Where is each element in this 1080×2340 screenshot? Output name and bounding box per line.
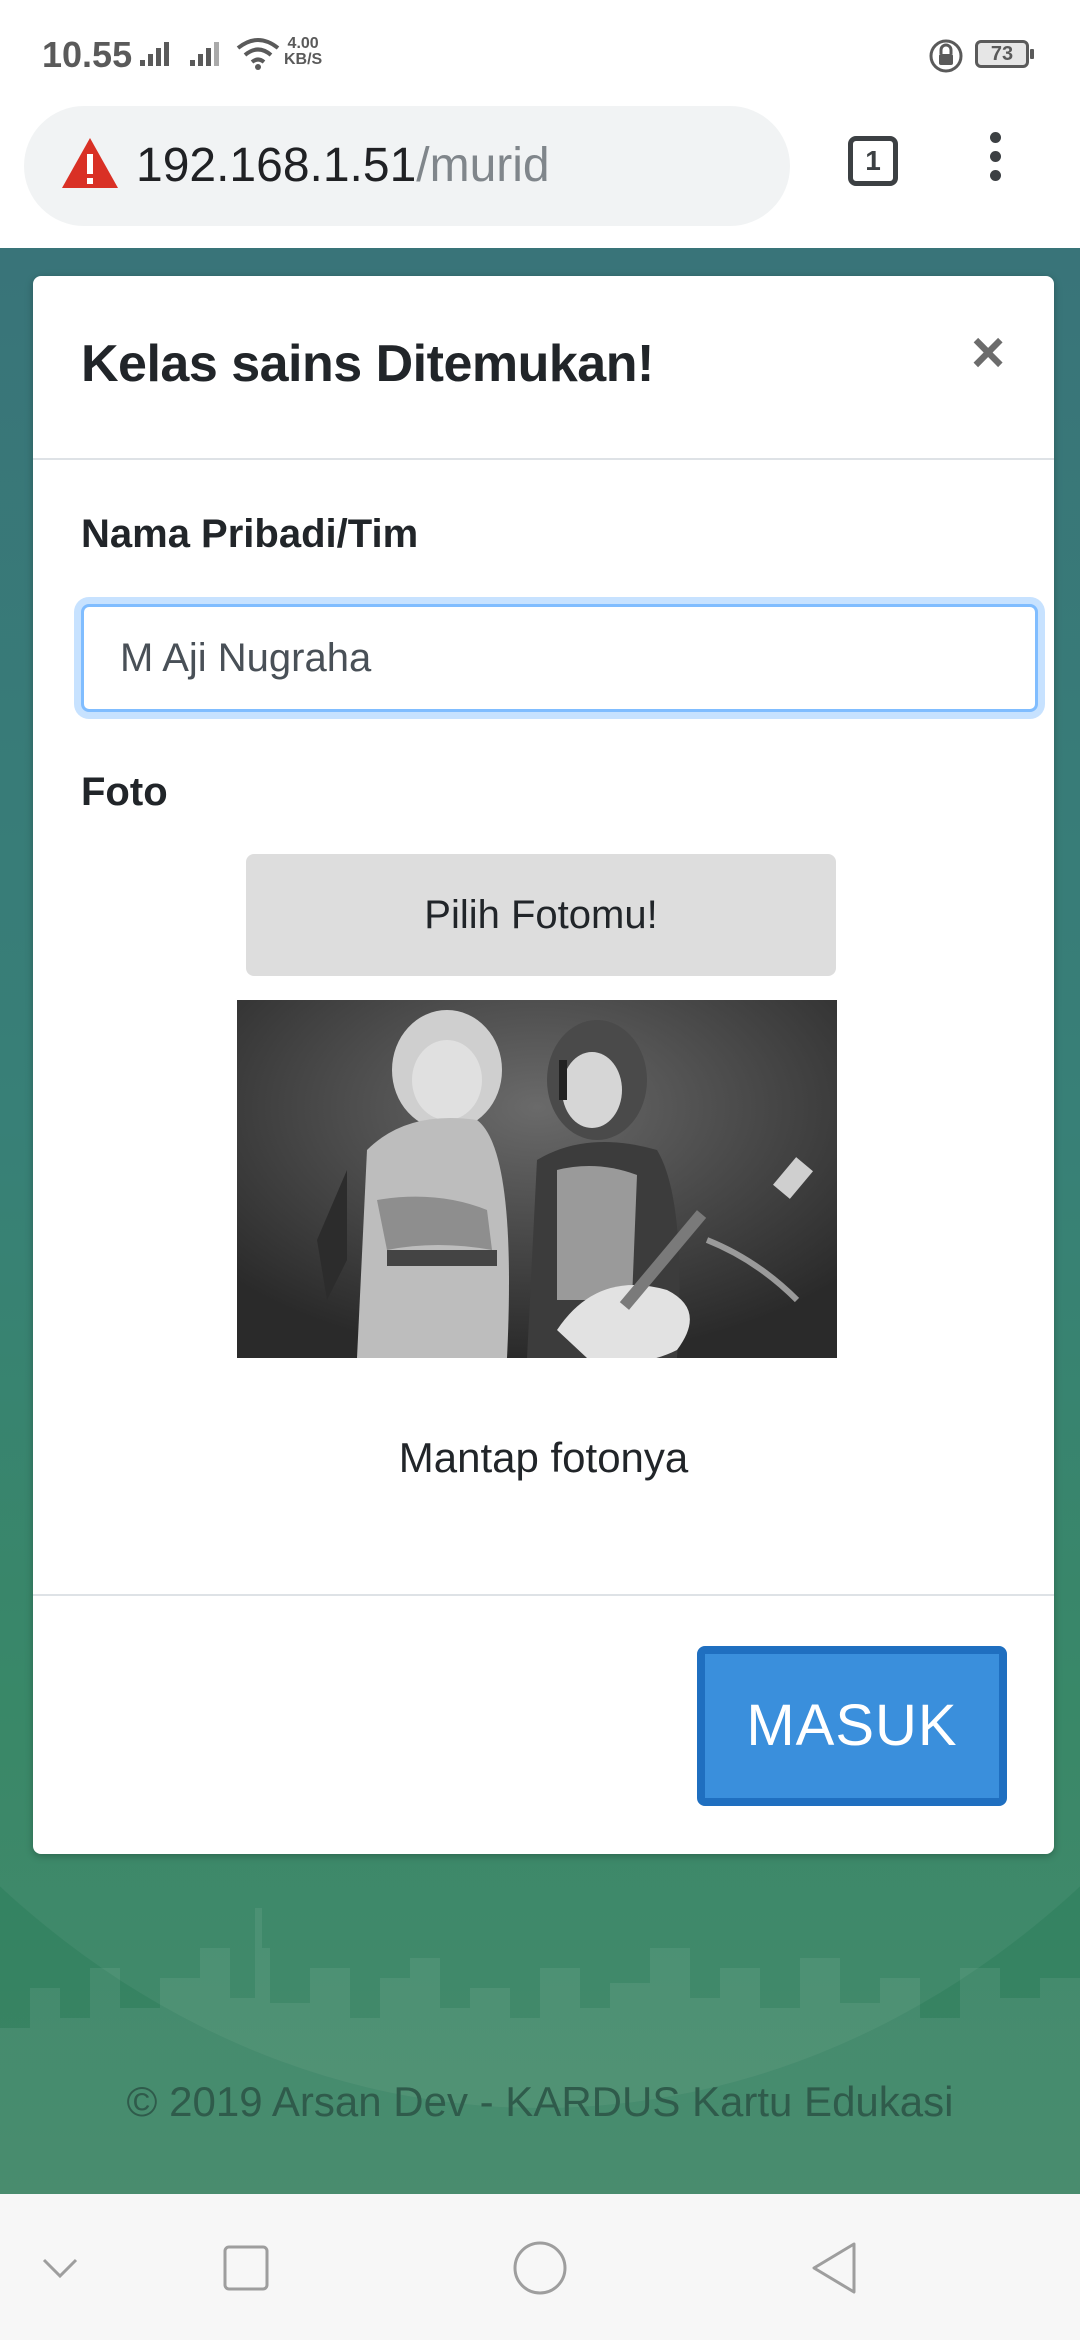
battery-tip xyxy=(1030,49,1034,59)
signal-icon xyxy=(140,42,169,66)
url-host: 192.168.1.51 xyxy=(136,139,417,192)
pick-photo-button[interactable]: Pilih Fotomu! xyxy=(246,854,836,976)
close-icon[interactable]: × xyxy=(963,324,1013,382)
url-text[interactable]: 192.168.1.51/murid xyxy=(136,138,550,193)
city-skyline-decoration xyxy=(0,1908,1080,2194)
name-label: Nama Pribadi/Tim xyxy=(81,512,419,556)
address-bar[interactable]: 192.168.1.51/murid xyxy=(24,106,790,226)
modal-dialog: Kelas sains Ditemukan! × Nama Pribadi/Ti… xyxy=(33,276,1054,1854)
modal-title: Kelas sains Ditemukan! xyxy=(81,335,654,393)
footer-copyright: © 2019 Arsan Dev - KARDUS Kartu Edukasi xyxy=(126,2078,954,2125)
warning-icon[interactable] xyxy=(60,136,120,190)
name-input[interactable] xyxy=(81,604,1038,712)
nav-back-icon[interactable] xyxy=(808,2240,860,2296)
lock-rotation-icon xyxy=(929,39,963,73)
url-path: /murid xyxy=(416,139,550,192)
net-speed: 4.00 KB/S xyxy=(284,36,322,68)
submit-button[interactable]: MASUK xyxy=(697,1646,1007,1806)
status-bar: 10.55 4.00 KB/S 73 xyxy=(0,0,1080,100)
photo-label: Foto xyxy=(81,770,168,814)
modal-header: Kelas sains Ditemukan! × xyxy=(33,276,1054,460)
photo-caption: Mantap fotonya xyxy=(398,1434,689,1481)
modal-footer: MASUK xyxy=(33,1594,1054,1856)
net-speed-unit: KB/S xyxy=(284,51,323,68)
photo-image xyxy=(237,1000,837,1358)
battery-icon: 73 xyxy=(975,40,1029,68)
menu-icon[interactable] xyxy=(980,132,1010,192)
nav-home-icon[interactable] xyxy=(512,2240,568,2296)
browser-toolbar: 192.168.1.51/murid 1 xyxy=(0,100,1080,248)
uploaded-photo xyxy=(237,1000,837,1358)
nav-recents-icon[interactable] xyxy=(222,2244,270,2292)
net-speed-value: 4.00 xyxy=(287,35,319,52)
system-navigation-bar xyxy=(0,2194,1080,2340)
wifi-icon xyxy=(236,38,280,70)
tabs-button[interactable]: 1 xyxy=(848,136,898,186)
nav-collapse-icon[interactable] xyxy=(40,2254,80,2284)
signal-icon-2 xyxy=(190,42,219,66)
status-time: 10.55 xyxy=(42,34,133,75)
